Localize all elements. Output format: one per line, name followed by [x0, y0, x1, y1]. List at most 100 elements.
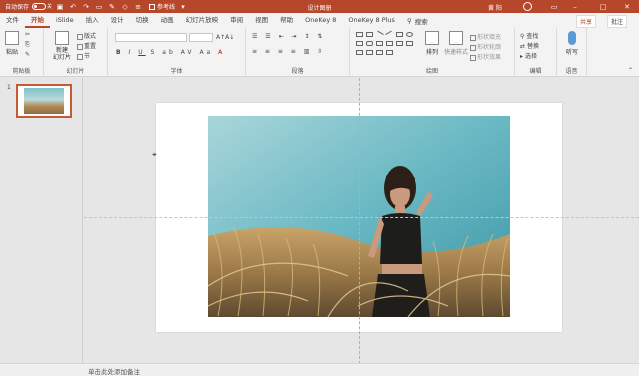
bold-button[interactable]: B [116, 49, 124, 56]
shape-callout[interactable] [376, 50, 383, 55]
quick-access-more-icon[interactable]: ▾ [178, 2, 188, 12]
find-icon: ⚲ [520, 33, 525, 40]
tab-animations[interactable]: 动画 [155, 13, 180, 28]
grow-font-icon[interactable]: A↑A↓ [216, 34, 234, 41]
replace-button[interactable]: ⇄ 替换 [520, 41, 539, 50]
change-case-button[interactable]: Aa [199, 49, 213, 56]
undo-icon[interactable]: ↶ [68, 2, 78, 12]
title-bar: 自动保存 关 ▣ ↶ ↷ ▭ ✎ ◇ ≡ 参考线 ▾ 设计图册 黄 阳 ▭ – … [0, 0, 639, 13]
drawing-group: 排列 快速样式 形状填充 形状轮廓 形状效果 绘图 [350, 28, 515, 77]
tab-slideshow[interactable]: 幻灯片放映 [180, 13, 225, 28]
underline-button[interactable]: U [138, 49, 145, 56]
align-icon[interactable]: ≡ [133, 2, 143, 12]
layout-button[interactable]: 版式 [77, 31, 96, 40]
replace-icon: ⇄ [520, 43, 526, 50]
spacing-button[interactable]: AV [181, 49, 195, 56]
cut-icon[interactable]: ✂ [25, 31, 30, 38]
shape-fill-button[interactable]: 形状填充 [470, 32, 501, 41]
slide-editor: ⌖ [84, 78, 639, 364]
shapes-icon[interactable]: ◇ [120, 2, 130, 12]
align-buttons[interactable]: ≡ ≡ ≡ ≡ ▥ ⇳ [252, 48, 325, 55]
shadow-button[interactable]: ab [162, 49, 176, 56]
quick-styles-button[interactable]: 快速样式 [444, 31, 468, 56]
tab-design[interactable]: 设计 [105, 13, 130, 28]
find-button[interactable]: ⚲ 查找 [520, 31, 538, 40]
avatar[interactable] [523, 2, 532, 11]
format-painter-icon[interactable]: ✎ [25, 51, 30, 58]
strikethrough-button[interactable]: S [151, 49, 158, 56]
shape-textbox[interactable] [356, 41, 363, 46]
minimize-icon[interactable]: – [566, 0, 584, 13]
notes-placeholder[interactable]: 单击此处添加备注 [88, 366, 140, 376]
list-buttons[interactable]: ☰ ☰ ⇤ ⇥ ↕ ⇅ [252, 33, 325, 40]
save-icon[interactable]: ▣ [55, 2, 65, 12]
comments-button[interactable]: 批注 [607, 15, 628, 28]
shape-arrow[interactable] [396, 41, 403, 46]
format-painter-icon[interactable]: ✎ [107, 2, 117, 12]
shape-connector[interactable] [386, 41, 393, 46]
shape-star[interactable] [366, 50, 373, 55]
section-button[interactable]: 节 [77, 51, 90, 60]
copy-icon[interactable]: ⎘ [25, 41, 30, 49]
tab-file[interactable]: 文件 [0, 13, 25, 28]
ribbon-display-icon[interactable]: ▭ [545, 0, 563, 13]
autosave-toggle[interactable] [32, 3, 47, 10]
mouse-cursor-icon: ⌖ [152, 150, 157, 159]
arrange-label: 排列 [425, 49, 438, 56]
maximize-icon[interactable]: □ [594, 0, 612, 13]
font-family-select[interactable] [115, 33, 187, 42]
shape-arrow2[interactable] [406, 41, 413, 46]
redo-icon[interactable]: ↷ [81, 2, 91, 12]
slide-thumbnail-pane: 1 [0, 78, 83, 364]
thumbnail-photo [24, 88, 64, 114]
shape-effects-button[interactable]: 形状效果 [470, 52, 501, 61]
shape-line[interactable] [375, 30, 384, 39]
notes-bar[interactable]: 单击此处添加备注 [0, 363, 639, 376]
present-icon[interactable]: ▭ [94, 2, 104, 12]
shape-outline-button[interactable]: 形状轮廓 [470, 42, 501, 51]
clipboard-group-label: 剪贴板 [12, 68, 31, 75]
shape-line2[interactable] [385, 30, 394, 39]
arrange-button[interactable]: 排列 [422, 31, 442, 56]
tab-view[interactable]: 视图 [249, 13, 274, 28]
tab-review[interactable]: 审阅 [224, 13, 249, 28]
font-size-select[interactable] [189, 33, 213, 42]
shape-rounded[interactable] [366, 41, 373, 46]
paragraph-group-label: 段落 [291, 68, 304, 75]
font-color-button[interactable]: A [218, 49, 225, 56]
autosave-state: 关 [47, 4, 53, 10]
shape-rect[interactable] [356, 32, 363, 37]
tab-home[interactable]: 开始 [25, 13, 50, 28]
shape-oval[interactable] [406, 32, 413, 37]
shape-triangle[interactable] [376, 41, 383, 46]
user-name[interactable]: 黄 阳 [488, 3, 502, 12]
vertical-guide[interactable] [359, 78, 360, 364]
horizontal-guide[interactable] [84, 217, 639, 218]
paste-button[interactable]: 粘贴 [3, 31, 21, 56]
tab-help[interactable]: 帮助 [274, 13, 299, 28]
slide-number: 1 [7, 84, 11, 91]
shape-more[interactable] [386, 50, 393, 55]
tab-transitions[interactable]: 切换 [130, 13, 155, 28]
shape-brace[interactable] [356, 50, 363, 55]
slide-thumbnail[interactable] [16, 84, 72, 118]
tab-onekey8plus[interactable]: OneKey 8 Plus [342, 13, 401, 28]
shape-rect2[interactable] [366, 32, 373, 37]
tab-onekey8[interactable]: OneKey 8 [299, 13, 342, 28]
reset-button[interactable]: 重置 [77, 41, 96, 50]
dictate-button[interactable]: 听写 [563, 31, 581, 56]
close-icon[interactable]: ✕ [618, 0, 636, 13]
share-button[interactable]: 共享 [576, 15, 597, 28]
guides-checkbox[interactable] [149, 3, 156, 10]
search-box[interactable]: ⚲ 搜索 [407, 16, 428, 26]
shape-rect3[interactable] [396, 32, 403, 37]
search-icon: ⚲ [406, 16, 412, 25]
select-button[interactable]: ▸ 选择 [520, 51, 537, 60]
collapse-ribbon-icon[interactable]: ⌃ [628, 67, 633, 74]
tab-insert[interactable]: 插入 [80, 13, 105, 28]
new-slide-button[interactable]: 新建 幻灯片 [50, 31, 74, 61]
slides-group: 新建 幻灯片 版式 重置 节 幻灯片 [44, 28, 108, 77]
italic-button[interactable]: I [129, 49, 134, 56]
guides-label: 参考线 [157, 4, 176, 11]
tab-islide[interactable]: iSlide [50, 13, 80, 28]
